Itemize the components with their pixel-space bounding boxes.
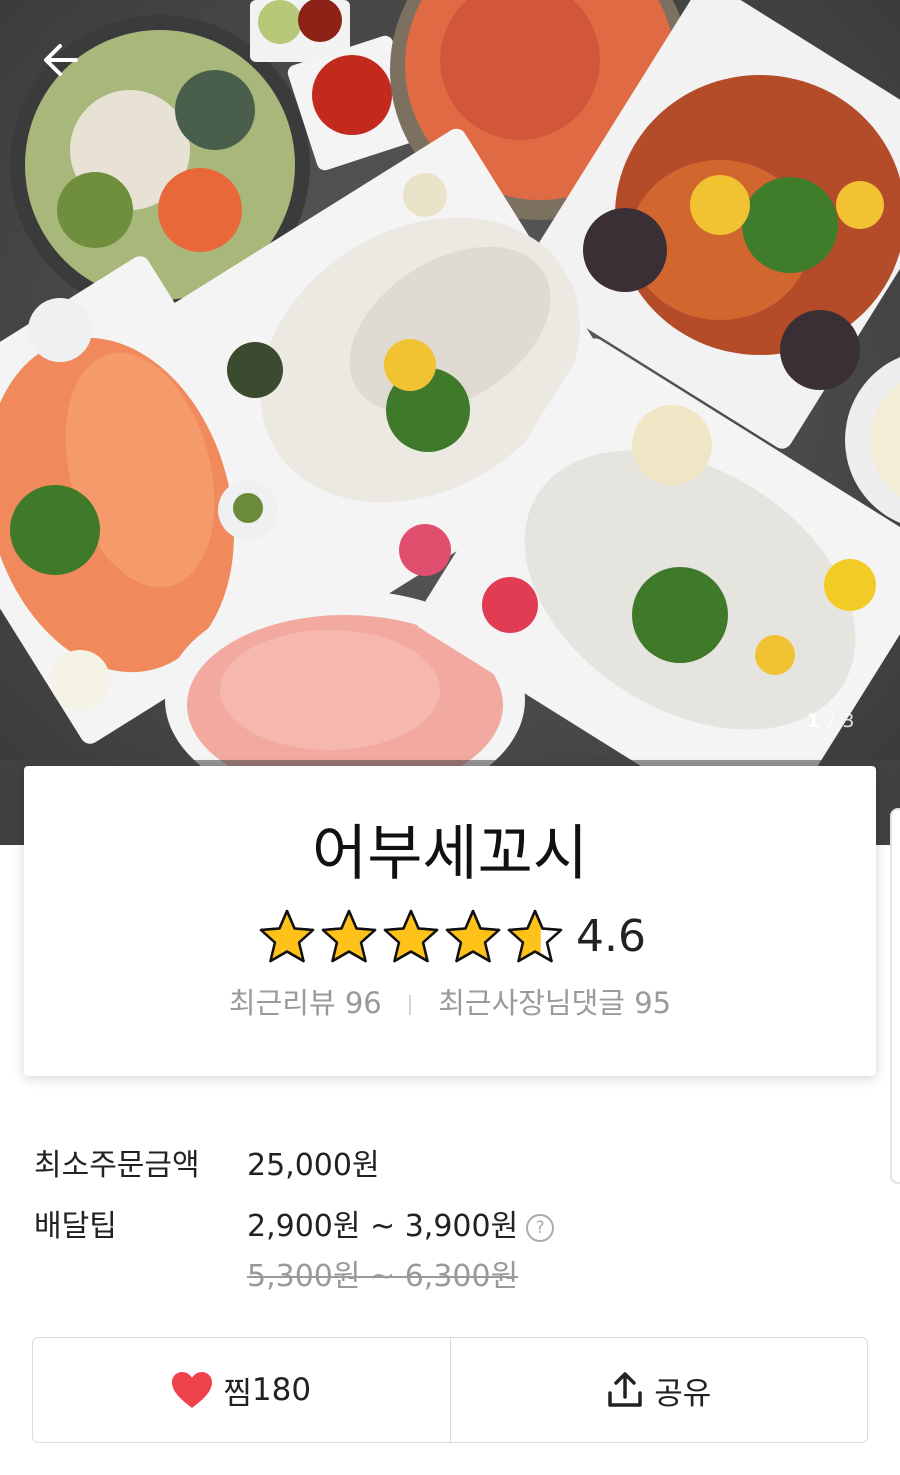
counts-divider — [408, 995, 411, 1015]
like-count: 180 — [251, 1372, 312, 1408]
heart-icon — [172, 1372, 213, 1408]
image-counter-total: 3 — [842, 710, 856, 732]
owner-comments-count: 95 — [634, 986, 672, 1020]
store-name: 어부세꼬시 — [312, 819, 588, 889]
like-label: 찜 — [223, 1375, 252, 1412]
rating-value: 4.6 — [576, 910, 646, 962]
hero-image[interactable]: 1 / 3 — [0, 0, 900, 845]
star-rating — [258, 909, 564, 963]
star-icon — [445, 909, 501, 963]
like-button[interactable]: 찜 180 — [33, 1338, 450, 1442]
share-label: 공유 — [654, 1375, 712, 1412]
star-icon — [507, 909, 563, 963]
back-arrow-icon — [44, 44, 78, 76]
delivery-tip-label: 배달팁 — [34, 1209, 117, 1244]
share-button[interactable]: 공유 — [449, 1338, 868, 1442]
help-icon[interactable]: ? — [526, 1213, 555, 1242]
back-button[interactable] — [38, 36, 86, 84]
image-counter: 1 / 3 — [800, 705, 862, 737]
min-order-label: 최소주문금액 — [34, 1148, 200, 1183]
recent-reviews-count: 96 — [344, 986, 382, 1020]
store-info-card: 어부세꼬시 4.6 최근리뷰 96 최근사장님댓글 95 — [24, 766, 876, 1076]
star-icon — [321, 909, 377, 963]
image-counter-separator: / — [827, 710, 836, 732]
scroll-edge — [890, 808, 900, 1184]
owner-comments-label: 최근사장님댓글 — [438, 986, 625, 1020]
recent-reviews-label: 최근리뷰 — [228, 986, 336, 1020]
action-bar: 찜 180 공유 — [32, 1337, 868, 1443]
rating-row[interactable]: 4.6 — [258, 906, 646, 966]
image-counter-current: 1 — [806, 710, 821, 732]
star-icon — [383, 909, 439, 963]
share-icon — [608, 1372, 642, 1407]
star-icon — [259, 909, 315, 963]
delivery-tip-original: 5,300원 ~ 6,300원 — [247, 1259, 519, 1294]
delivery-tip-value: 2,900원 ~ 3,900원 — [247, 1209, 519, 1244]
min-order-value: 25,000원 — [247, 1148, 380, 1183]
food-photo — [0, 0, 900, 845]
review-counts[interactable]: 최근리뷰 96 최근사장님댓글 95 — [24, 980, 876, 1022]
